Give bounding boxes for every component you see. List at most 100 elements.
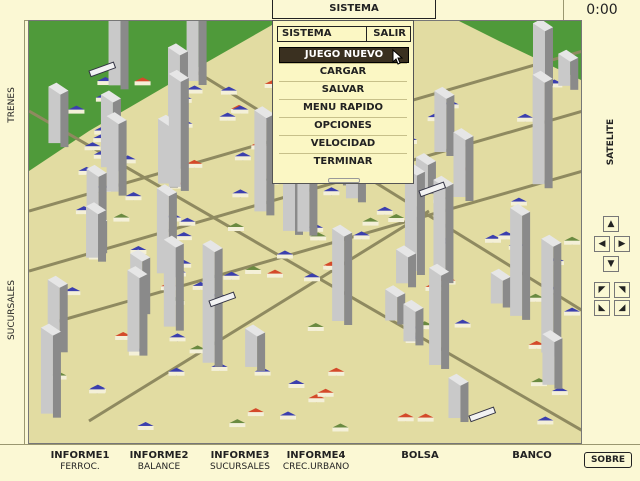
menu-item[interactable]: VELOCIDAD [279,137,407,151]
menu-separator [279,117,407,118]
tab-bolsa[interactable]: BOLSA [390,450,450,461]
menu-item[interactable]: TERMINAR [279,155,407,169]
house-wall [353,235,370,240]
tab-banco[interactable]: BANCO [502,450,562,461]
house-wall [232,109,249,114]
tab-satelite[interactable]: SATELITE [606,119,616,165]
sobre-button[interactable]: SOBRE [584,452,632,468]
menu-separator [279,81,407,82]
building-side [180,77,189,191]
building-side [570,57,579,90]
house-wall [179,221,196,226]
house-wall [134,81,151,86]
house-wall [317,392,334,397]
scroll-up-button[interactable]: ▲ [603,216,619,232]
building [332,228,345,322]
building [433,179,446,280]
house-wall [232,193,249,198]
tab-informe2[interactable]: INFORME2 BALANCE [124,450,194,472]
view-nw-button[interactable]: ◤ [594,282,610,298]
menu-separator [279,135,407,136]
building-side [522,211,531,320]
building-side [460,381,469,423]
building-side [554,338,563,389]
view-ne-button[interactable]: ◥ [614,282,630,298]
building-side [344,232,353,326]
system-menu: SISTEMA SALIR JUEGO NUEVO CARGAR SALVAR MEN… [272,20,414,184]
house-wall [254,371,271,376]
house-wall [304,277,321,282]
building-side [120,21,129,90]
building-side [446,94,455,156]
building-side [60,90,69,148]
house-wall [537,420,554,425]
left-strip: TRENES SUCURSALES [0,20,25,444]
menu-item[interactable]: CARGAR [279,65,407,79]
building [532,74,545,185]
house-wall [307,326,324,331]
menu-item[interactable]: MENU RAPIDO [279,101,407,115]
tab-informe1[interactable]: INFORME1 FERROC. [45,450,115,472]
tab-trenes[interactable]: TRENES [7,87,17,123]
house-wall [227,226,244,231]
scroll-right-button[interactable]: ▶ [614,236,630,252]
building-side [118,120,127,196]
building [127,270,140,352]
building-side [408,253,417,288]
building-side [98,210,107,262]
train [468,406,497,423]
sistema-tab[interactable]: SISTEMA [272,0,436,19]
menu-item[interactable]: JUEGO NUEVO [279,47,409,63]
house-wall [68,109,85,114]
building-side [441,271,450,369]
building [106,116,119,192]
menu-salir-button[interactable]: SALIR [366,27,406,41]
building-side [139,274,148,356]
house-wall [245,269,262,274]
tab-informe4[interactable]: INFORME4 CREC.URBANO [278,450,354,472]
house-wall [113,217,130,222]
house-wall [84,146,101,151]
building-side [175,243,184,331]
building [163,239,176,327]
building-side [257,332,266,371]
view-sw-button[interactable]: ◣ [594,300,610,316]
house-wall [308,398,325,403]
house-wall [229,423,246,428]
building [429,267,442,365]
menu-separator [279,63,407,64]
house-wall [276,254,293,259]
house-wall [310,236,327,241]
house-wall [564,240,581,245]
house-wall [219,116,236,121]
building [254,110,267,212]
house-wall [168,371,185,376]
house-wall [388,217,405,222]
mouse-cursor-icon [392,49,404,65]
building [48,86,61,144]
scroll-left-button[interactable]: ◀ [594,236,610,252]
building-side [465,136,474,201]
house-wall [125,196,142,201]
building [434,90,447,152]
tab-informe1-title: INFORME1 [50,450,110,461]
scroll-down-button[interactable]: ▼ [603,256,619,272]
tab-informe2-title: INFORME2 [129,450,189,461]
tab-informe3[interactable]: INFORME3 SUCURSALES [202,450,278,472]
house-wall [279,415,296,420]
menu-header: SISTEMA SALIR [277,26,411,42]
menu-item[interactable]: SALVAR [279,83,407,97]
house-wall [211,366,228,371]
house-wall [247,412,264,417]
building [186,21,199,82]
menu-grip[interactable] [328,178,360,183]
house-wall [362,221,379,226]
building-side [502,276,511,308]
menu-item[interactable]: OPCIONES [279,119,407,133]
building-side [445,183,454,284]
building [108,21,121,86]
view-se-button[interactable]: ◢ [614,300,630,316]
tab-sucursales[interactable]: SUCURSALES [7,280,17,340]
house-wall [323,191,340,196]
tab-informe1-sub: FERROC. [60,462,100,472]
